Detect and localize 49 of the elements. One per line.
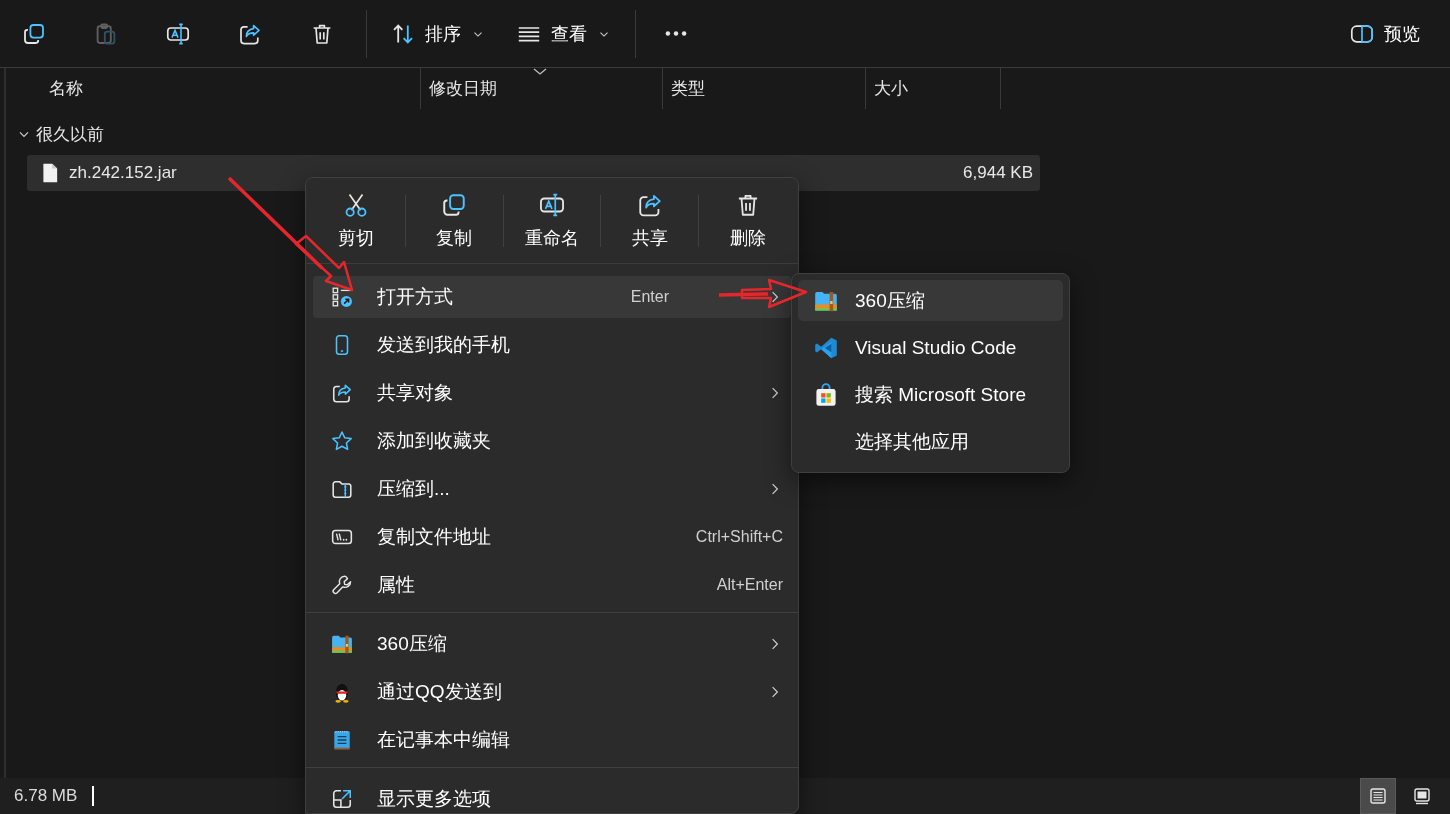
menu-item[interactable]: 打开方式 Enter — [313, 276, 791, 318]
menu-item[interactable]: 通过QQ发送到 — [313, 671, 791, 713]
store-bag-icon — [814, 382, 838, 407]
shortcut-text: Alt+Enter — [716, 576, 783, 594]
column-header[interactable]: 类型 — [663, 68, 866, 109]
menu-item[interactable]: 压缩到... — [313, 468, 791, 510]
view-toggle[interactable] — [1360, 778, 1396, 814]
share-icon — [331, 382, 353, 404]
clipboard-icon — [94, 21, 118, 46]
copy-icon — [22, 21, 46, 46]
star-icon — [331, 430, 353, 452]
group-header[interactable]: 很久以前 — [6, 119, 1450, 149]
file-name: zh.242.152.jar — [69, 163, 177, 183]
menu-item[interactable]: 发送到我的手机 — [313, 324, 791, 366]
menu-item[interactable]: 显示更多选项 — [313, 778, 791, 813]
rename-icon — [539, 191, 565, 218]
menu-item[interactable]: 360压缩 — [313, 623, 791, 665]
menu-item[interactable]: 属性 Alt+Enter — [313, 564, 791, 606]
menu-item[interactable]: Visual Studio Code — [798, 327, 1063, 368]
menu-item[interactable]: 复制文件地址 Ctrl+Shift+C — [313, 516, 791, 558]
code-editor-icon — [814, 335, 838, 360]
sort-button[interactable]: 排序 — [381, 11, 495, 56]
menu-item[interactable]: 共享对象 — [313, 372, 791, 414]
menu-item[interactable]: 添加到收藏夹 — [313, 420, 791, 462]
preview-button[interactable]: 预览 — [1340, 11, 1430, 56]
shortcut-text: Enter — [630, 288, 669, 306]
archive-folder-icon — [331, 633, 353, 655]
column-header[interactable]: 大小 — [866, 68, 1001, 109]
open-with-icon — [331, 286, 353, 308]
wrench-icon — [331, 574, 353, 596]
more-icon — [664, 31, 688, 36]
rename-icon — [166, 21, 190, 46]
zip-folder-icon — [331, 478, 353, 500]
tile-view-icon — [1412, 786, 1432, 806]
list-view-icon — [1368, 786, 1388, 806]
shortcut-text: Ctrl+Shift+C — [695, 528, 783, 546]
menu-item[interactable]: 搜索 Microsoft Store — [798, 374, 1063, 415]
menu-item[interactable]: 选择其他应用 — [798, 421, 1063, 462]
column-header[interactable]: 名称 — [6, 68, 421, 109]
view-button[interactable]: 查看 — [507, 11, 621, 56]
selection-size: 6.78 MB — [14, 786, 78, 806]
expand-icon — [331, 788, 353, 810]
copy-icon — [441, 191, 468, 218]
sort-indicator-icon — [533, 68, 547, 76]
menu-item[interactable]: 360压缩 — [798, 280, 1063, 321]
menu-item[interactable]: 在记事本中编辑 — [313, 719, 791, 761]
notepad-icon — [331, 729, 353, 751]
size-cell-text: 6,944 KB — [962, 163, 1034, 183]
column-header[interactable]: 修改日期 — [421, 68, 663, 109]
